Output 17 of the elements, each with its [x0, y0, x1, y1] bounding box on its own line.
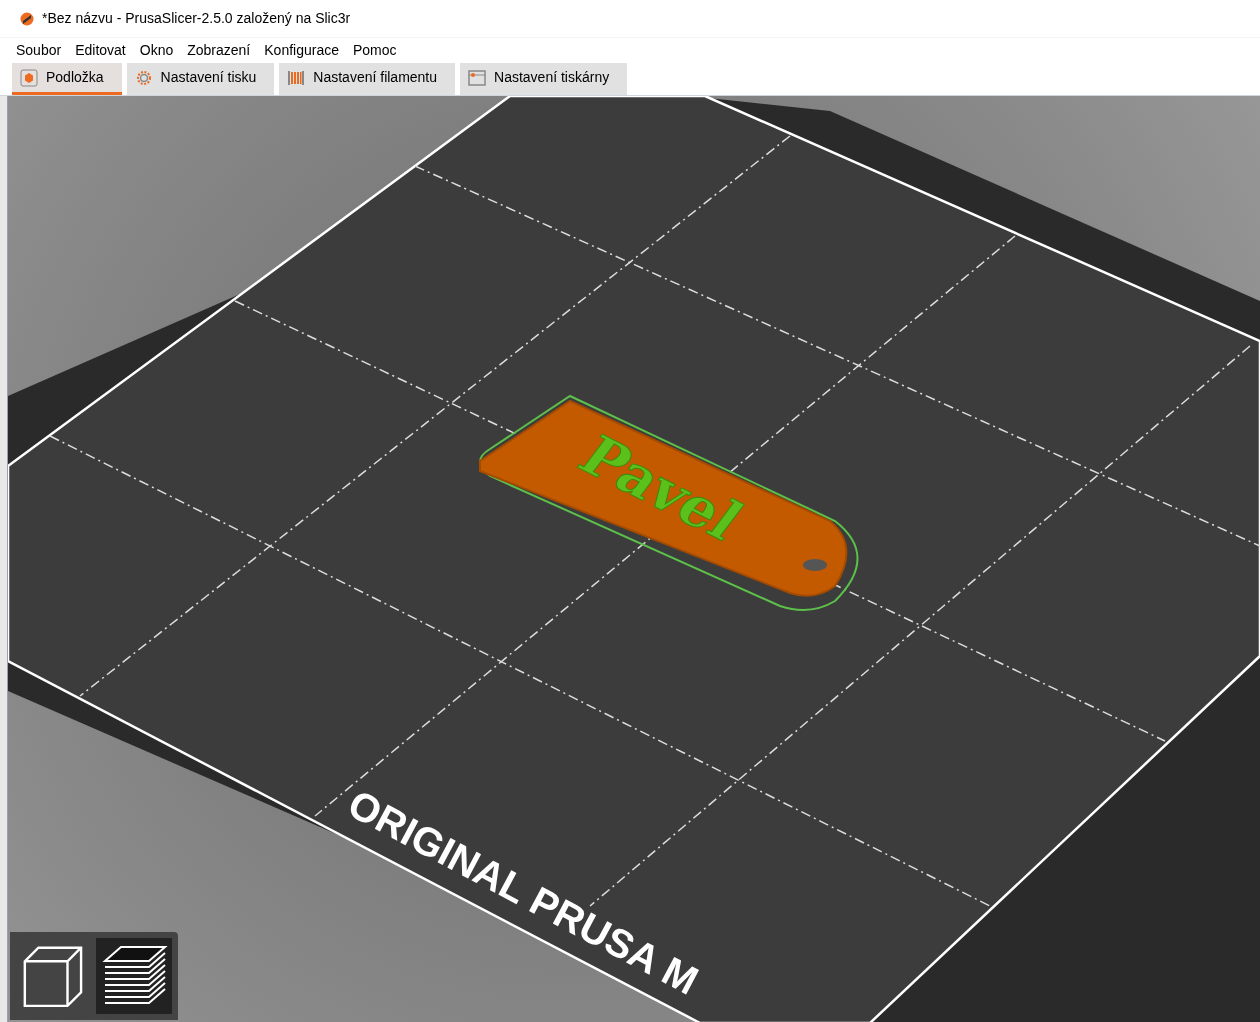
keychain-hole	[803, 559, 827, 571]
tab[interactable]: Podložka	[12, 63, 122, 95]
window-title: *Bez názvu - PrusaSlicer-2.5.0 založený na Slic3r	[42, 9, 351, 28]
menu-item[interactable]: Zobrazení	[187, 39, 251, 61]
app-logo-icon	[20, 11, 34, 26]
filament-icon	[287, 68, 306, 87]
menu-item[interactable]: Soubor	[16, 39, 62, 61]
menu-item[interactable]: Konfigurace	[264, 39, 339, 61]
printer-window-icon	[468, 68, 487, 87]
menu-item[interactable]: Okno	[139, 39, 174, 61]
tab[interactable]: Nastavení tisku	[126, 63, 275, 95]
menu-item[interactable]: Editovat	[75, 39, 126, 61]
layers-preview-button[interactable]	[96, 938, 172, 1014]
tab[interactable]: Nastavení filamentu	[279, 63, 456, 95]
tab[interactable]: Nastavení tiskárny	[460, 63, 628, 95]
menu-item[interactable]: Pomoc	[353, 39, 397, 61]
settings-icon	[134, 68, 153, 87]
